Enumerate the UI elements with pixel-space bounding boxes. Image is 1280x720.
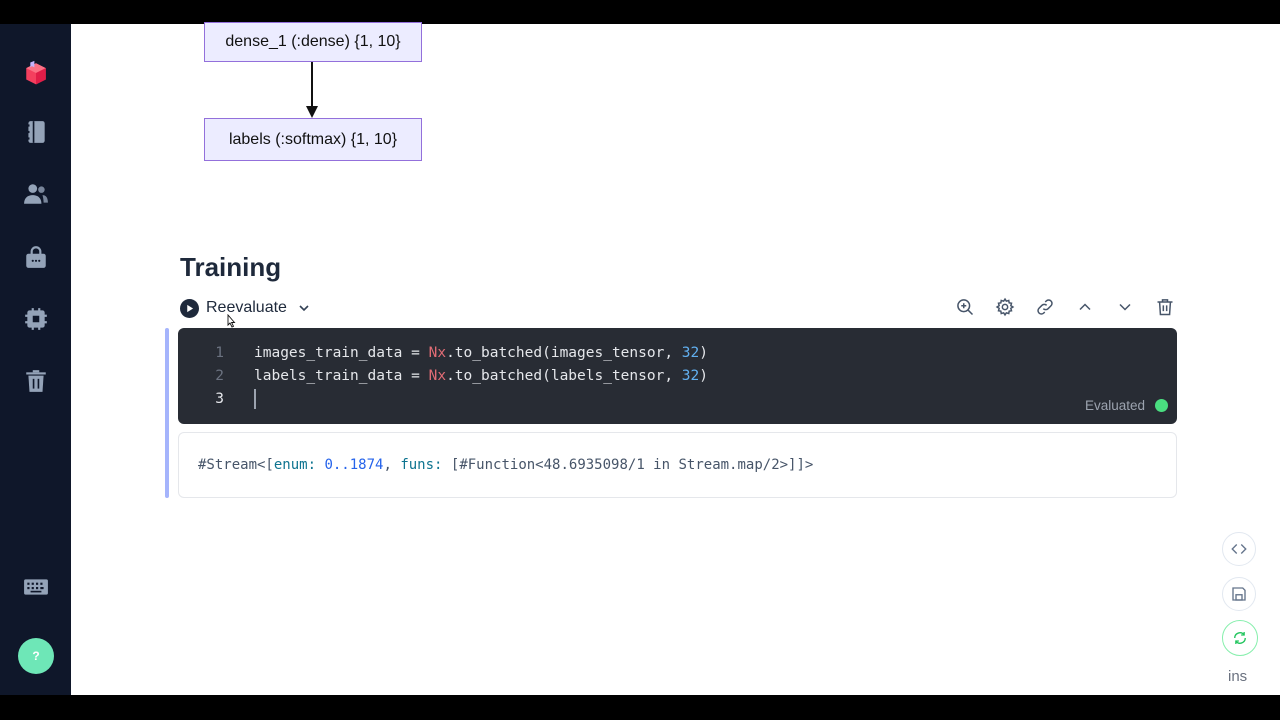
- code-end: ): [699, 345, 708, 361]
- code-var: images_train_data =: [254, 345, 429, 361]
- move-down-icon[interactable]: [1114, 296, 1136, 318]
- output-text: [#Function<48.6935098/1 in Stream.map/2>…: [442, 457, 814, 473]
- move-up-icon[interactable]: [1074, 296, 1096, 318]
- code-line: 2 labels_train_data = Nx.to_batched(labe…: [178, 365, 708, 387]
- code-zen-icon[interactable]: [1222, 532, 1256, 566]
- line-number: 3: [215, 391, 224, 407]
- link-icon[interactable]: [1034, 296, 1056, 318]
- diagram-node-dense-label: dense_1 (:dense) {1, 10}: [225, 33, 401, 50]
- mouse-cursor-icon: [226, 313, 236, 328]
- output-key: enum:: [273, 457, 317, 473]
- settings-gear-icon[interactable]: [994, 296, 1016, 318]
- insert-mode-label: ins: [1228, 668, 1248, 685]
- evaluation-status: Evaluated: [1085, 398, 1168, 413]
- text-cursor: [254, 389, 256, 409]
- play-icon: [180, 298, 199, 318]
- notebook-main: dense_1 (:dense) {1, 10} labels (:softma…: [71, 22, 1280, 695]
- diagram-node-dense: dense_1 (:dense) {1, 10}: [204, 22, 422, 62]
- bin-icon[interactable]: [20, 365, 52, 397]
- runtime-connected-icon[interactable]: [1222, 620, 1258, 656]
- section-title: Training: [180, 252, 282, 282]
- reevaluate-button[interactable]: Reevaluate: [180, 298, 311, 318]
- line-number: 2: [215, 368, 224, 384]
- cell-output: #Stream<[enum: 0..1874, funs: [#Function…: [178, 432, 1177, 498]
- sidebar: ?: [0, 24, 71, 695]
- status-label: Evaluated: [1084, 398, 1145, 413]
- status-dot: [1155, 399, 1168, 412]
- code-text: images_train_data = Nx.to_batched(images…: [254, 345, 708, 361]
- delete-icon[interactable]: [1154, 296, 1176, 318]
- diagram-node-labels-label: labels (:softmax) {1, 10}: [228, 130, 398, 148]
- livebook-logo-icon[interactable]: [17, 54, 55, 92]
- code-module: Nx: [428, 368, 447, 384]
- keyboard-icon[interactable]: [20, 571, 52, 603]
- code-line: 1 images_train_data = Nx.to_batched(imag…: [178, 342, 708, 364]
- output-text: ,: [383, 457, 401, 473]
- diagram-edge: [311, 62, 313, 108]
- app-window: ? dense_1 (:dense) {1, 10} labels (:soft…: [0, 22, 1280, 695]
- code-call: .to_batched(labels_tensor,: [446, 368, 682, 384]
- code-line: 3: [178, 388, 224, 410]
- save-icon[interactable]: [1222, 577, 1256, 611]
- code-call: .to_batched(images_tensor,: [446, 345, 682, 361]
- users-icon[interactable]: [20, 178, 52, 210]
- code-number: 32: [681, 368, 700, 384]
- code-editor[interactable]: 1 images_train_data = Nx.to_batched(imag…: [178, 328, 1177, 424]
- reevaluate-label: Reevaluate: [206, 299, 287, 316]
- output-text: #Stream<[: [198, 457, 274, 473]
- line-number: 1: [215, 345, 224, 361]
- code-end: ): [699, 368, 708, 384]
- zoom-in-icon[interactable]: [954, 296, 976, 318]
- help-label: ?: [32, 649, 40, 663]
- cell-actions: [954, 296, 1176, 318]
- diagram-node-labels: labels (:softmax) {1, 10}: [204, 118, 422, 161]
- output-key: funs:: [400, 457, 443, 473]
- help-button[interactable]: ?: [18, 638, 54, 674]
- runtime-icon[interactable]: [20, 303, 52, 335]
- output-value: 0..1874: [316, 457, 384, 473]
- code-number: 32: [681, 345, 700, 361]
- secrets-icon[interactable]: [20, 241, 52, 273]
- cell-focus-indicator: [165, 328, 169, 498]
- chevron-down-icon[interactable]: [297, 301, 311, 315]
- code-text: labels_train_data = Nx.to_batched(labels…: [254, 368, 708, 384]
- notebooks-icon[interactable]: [20, 116, 52, 148]
- code-module: Nx: [428, 345, 447, 361]
- diagram-arrow-head: [306, 106, 318, 118]
- code-var: labels_train_data =: [254, 368, 429, 384]
